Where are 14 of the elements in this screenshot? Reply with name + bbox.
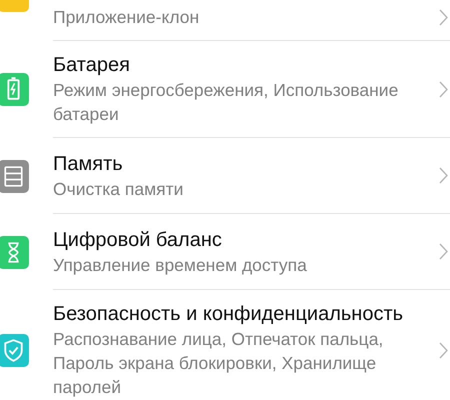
item-subtitle: Режим энергосбережения, Использование батареи [53,79,400,126]
chevron-right-icon[interactable] [439,167,448,184]
item-subtitle: Управление временем доступа [53,254,308,276]
chevron-right-icon[interactable] [439,80,448,98]
item-subtitle: Приложение-клон [53,6,200,29]
item-subtitle: Очистка памяти [53,178,184,200]
chevron-right-icon[interactable] [439,8,448,26]
item-title: Цифровой баланс [53,228,223,252]
item-title: Память [53,152,124,176]
chevron-right-icon[interactable] [439,243,448,260]
chevron-right-icon[interactable] [439,342,448,358]
item-title: Безопасность и конфиденциальность [53,302,404,327]
item-subtitle: Распознавание лица, Отпечаток пальца, Пароль экрана блокировки, Хранилище паролей [53,328,384,399]
item-title: Батарея [53,53,131,78]
